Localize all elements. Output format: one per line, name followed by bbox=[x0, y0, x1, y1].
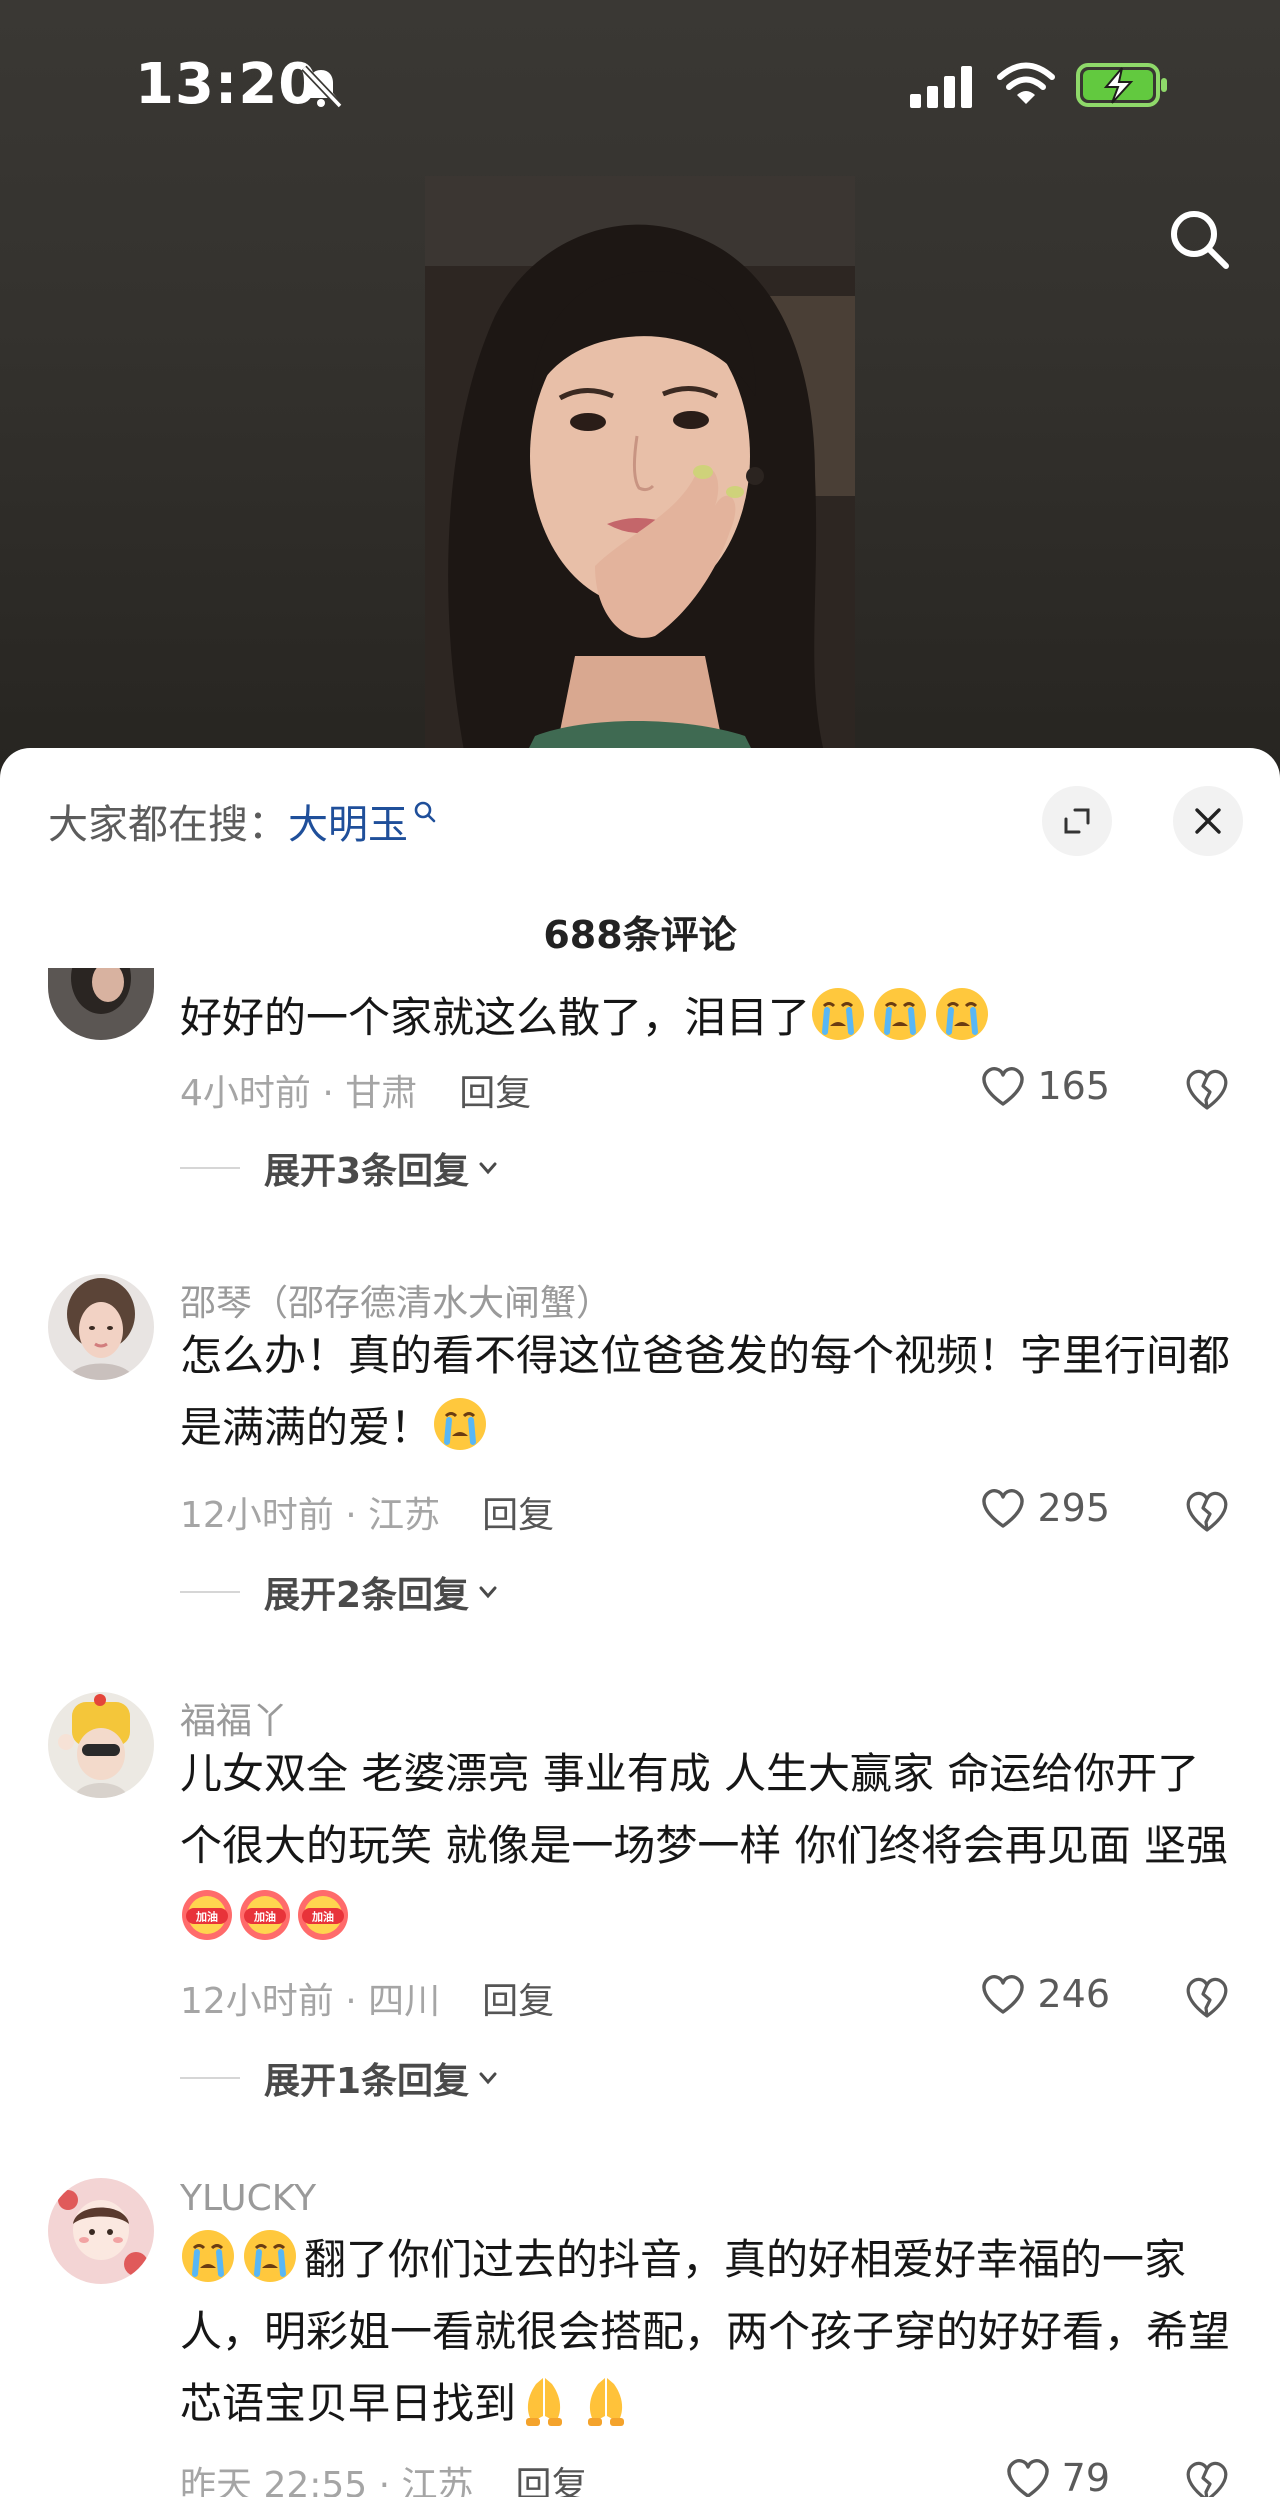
comment-username[interactable]: 邵琴（邵存德清水大闸蟹） bbox=[180, 1274, 612, 1326]
comment-text: 好好的一个家就这么散了，泪目了 bbox=[180, 982, 1240, 1054]
reply-button[interactable]: 回复 bbox=[482, 1972, 554, 2024]
jiayou-emoji-text: 加油 bbox=[253, 1910, 276, 1924]
heart-icon bbox=[1007, 2459, 1049, 2497]
video-area[interactable]: 13:20 bbox=[0, 0, 1280, 800]
reply-button[interactable]: 回复 bbox=[516, 2456, 588, 2497]
avatar[interactable] bbox=[48, 1692, 154, 1798]
avatar[interactable] bbox=[48, 2178, 154, 2284]
battery-charging-icon bbox=[1076, 63, 1167, 107]
status-bar: 13:20 bbox=[0, 0, 1280, 170]
reply-button[interactable]: 回复 bbox=[482, 1486, 554, 1538]
comment-sheet-header: 大家都在搜： 大明玉 bbox=[0, 748, 1280, 856]
expand-button[interactable] bbox=[1042, 786, 1112, 856]
pray-emoji bbox=[526, 2378, 563, 2426]
comment-text: 儿女双全 老婆漂亮 事业有成 人生大赢家 命运给你开了个很大的玩笑 就像是一场梦… bbox=[180, 1738, 1240, 1954]
like-count: 246 bbox=[1037, 1972, 1110, 2016]
chevron-down-icon bbox=[479, 2072, 497, 2085]
heart-icon bbox=[982, 1067, 1025, 1106]
comment-username[interactable]: YLUCKY bbox=[180, 2178, 316, 2219]
video-thumbnail[interactable] bbox=[425, 176, 855, 756]
close-button[interactable] bbox=[1173, 786, 1243, 856]
comment-time-location: 昨天 22:55 · 江苏 bbox=[180, 2465, 474, 2497]
chevron-down-icon bbox=[479, 1162, 497, 1175]
avatar[interactable] bbox=[48, 1274, 154, 1380]
hot-search-term[interactable]: 大明玉 bbox=[288, 792, 408, 850]
comment-time-location: 12小时前 · 四川 bbox=[180, 1981, 441, 2022]
reply-button[interactable]: 回复 bbox=[459, 1064, 531, 1116]
comment-text: 怎么办！真的看不得这位爸爸发的每个视频！字里行间都是满满的爱！ bbox=[180, 1331, 1231, 1452]
pray-emoji bbox=[588, 2378, 625, 2426]
like-button[interactable]: 79 bbox=[1004, 2456, 1110, 2497]
broken-heart-icon[interactable] bbox=[1182, 1972, 1232, 2022]
broken-heart-icon[interactable] bbox=[1182, 1486, 1232, 1536]
expand-replies[interactable]: 展开1条回复 bbox=[180, 2052, 501, 2104]
heart-icon bbox=[982, 1975, 1025, 2014]
hot-search: 大家都在搜： 大明玉 bbox=[48, 792, 438, 850]
cellular-signal-icon bbox=[910, 66, 972, 108]
expand-icon bbox=[1064, 808, 1090, 834]
like-count: 295 bbox=[1037, 1486, 1110, 1530]
divider-line bbox=[180, 2077, 240, 2079]
hot-search-label: 大家都在搜： bbox=[48, 802, 288, 848]
like-button[interactable]: 165 bbox=[979, 1064, 1110, 1108]
like-count: 165 bbox=[1037, 1064, 1110, 1108]
expand-replies-label: 展开1条回复 bbox=[264, 2061, 470, 2102]
jiayou-emoji-text: 加油 bbox=[195, 1910, 218, 1924]
app-screen: 13:20 大家都在搜： 大明玉 688条评论 好好的一个家就这么散了，泪目了 … bbox=[0, 0, 1280, 2497]
crying-emoji bbox=[936, 988, 989, 1040]
search-icon[interactable] bbox=[1160, 200, 1240, 280]
expand-replies-label: 展开2条回复 bbox=[264, 1575, 470, 1616]
comment-meta: 昨天 22:55 · 江苏 回复 bbox=[180, 2456, 588, 2497]
like-button[interactable]: 246 bbox=[979, 1972, 1110, 2016]
like-button[interactable]: 295 bbox=[979, 1486, 1110, 1530]
jiayou-emoji: 加油 bbox=[296, 1890, 354, 1942]
comment-meta: 12小时前 · 江苏 回复 bbox=[180, 1486, 554, 1538]
comment-meta: 4小时前 · 甘肃 回复 bbox=[180, 1064, 531, 1116]
close-icon bbox=[1195, 808, 1221, 834]
broken-heart-icon[interactable] bbox=[1182, 1064, 1232, 1114]
jiayou-emoji-text: 加油 bbox=[311, 1910, 334, 1924]
crying-emoji bbox=[812, 988, 865, 1040]
expand-replies-label: 展开3条回复 bbox=[264, 1151, 470, 1192]
bell-muted-icon bbox=[301, 65, 343, 109]
chevron-down-icon bbox=[479, 1586, 497, 1599]
crying-emoji bbox=[874, 988, 927, 1040]
comment-sheet: 大家都在搜： 大明玉 688条评论 好好的一个家就这么散了，泪目了 4小时前 ·… bbox=[0, 748, 1280, 2497]
expand-replies[interactable]: 展开3条回复 bbox=[180, 1142, 501, 1194]
divider-line bbox=[180, 1167, 240, 1169]
comment-username[interactable]: 福福丫 bbox=[180, 1692, 288, 1744]
status-time: 13:20 bbox=[135, 52, 319, 117]
wifi-icon bbox=[997, 62, 1055, 104]
jiayou-emoji: 加油 bbox=[238, 1890, 296, 1942]
crying-emoji bbox=[244, 2230, 296, 2282]
jiayou-emoji: 加油 bbox=[180, 1890, 238, 1942]
comment-count: 688条评论 bbox=[543, 913, 737, 957]
broken-heart-icon[interactable] bbox=[1182, 2456, 1232, 2497]
heart-icon bbox=[982, 1489, 1025, 1528]
comment-time-location: 12小时前 · 江苏 bbox=[180, 1495, 441, 1536]
expand-replies[interactable]: 展开2条回复 bbox=[180, 1566, 501, 1618]
crying-emoji bbox=[434, 1398, 487, 1450]
crying-emoji bbox=[182, 2230, 234, 2282]
avatar[interactable] bbox=[48, 968, 154, 1040]
like-count: 79 bbox=[1061, 2456, 1110, 2497]
comment-meta: 12小时前 · 四川 回复 bbox=[180, 1972, 554, 2024]
search-icon bbox=[414, 801, 436, 823]
comment-time-location: 4小时前 · 甘肃 bbox=[180, 1073, 418, 1114]
divider-line bbox=[180, 1591, 240, 1593]
comment-text: 翻了你们过去的抖音，真的好相爱好幸福的一家人，明彩姐一看就很会搭配，两个孩子穿的… bbox=[180, 2224, 1240, 2440]
